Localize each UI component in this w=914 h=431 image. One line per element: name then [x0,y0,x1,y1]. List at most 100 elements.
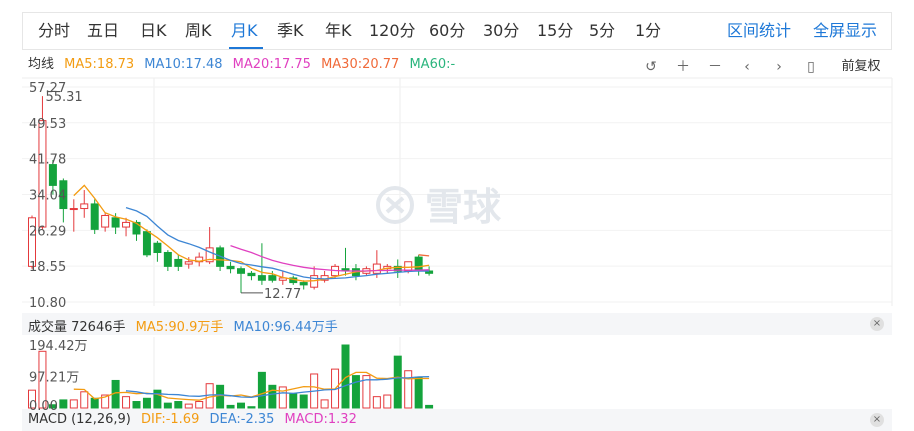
pan-right-icon[interactable]: › [769,57,789,77]
volume-bar-8 [111,379,120,409]
macd-legend-row: MACD (12,26,9) DIF:-1.69 DEA:-2.35 MACD:… [28,412,363,427]
price-tick-6: 10.80 [29,296,66,311]
volume-bar-14 [174,401,183,409]
ma60-value: MA60:- [409,57,456,72]
candle-body-4 [69,208,78,211]
candle-body-1 [38,120,47,228]
candle-body-6 [90,203,99,230]
tab-11[interactable]: 5分 [589,13,615,49]
candle-body-12 [153,242,162,253]
volume-ma5: MA5:90.9万手 [135,320,224,335]
candle-body-31 [351,268,360,277]
candle-body-25 [289,277,298,284]
low-price-label: 12.77 [264,287,301,302]
tab-0[interactable]: 分时 [38,13,70,49]
price-tick-4: 26.29 [29,224,66,239]
volume-ma10-line [125,376,430,398]
volume-bar-35 [393,355,402,409]
ma10-value: MA10:17.48 [144,57,223,72]
reset-icon[interactable]: ↺ [641,57,661,77]
candle-body-33 [372,263,381,274]
volume-bar-33 [372,396,381,409]
candle-body-11 [142,231,151,256]
volume-bar-9 [122,396,131,409]
tab-7[interactable]: 120分 [369,13,416,49]
volume-bar-36 [404,370,413,409]
candle-body-24 [278,277,287,281]
volume-bar-16 [195,401,204,409]
tab-3[interactable]: 周K [185,13,212,49]
tab-8[interactable]: 60分 [429,13,465,49]
volume-legend-row: 成交量 72646手 MA5:90.9万手 MA10:96.44万手 [28,316,344,335]
zoom-in-icon[interactable]: ＋ [673,57,693,77]
zoom-out-icon[interactable]: － [705,57,725,77]
candle-body-21 [247,272,256,277]
candle-body-14 [174,258,183,267]
candle-body-34 [383,265,392,270]
candle-style-icon[interactable]: ▯ [801,57,821,77]
volume-bar-27 [310,373,319,409]
candle-body-16 [195,256,204,263]
candle-body-23 [268,275,277,281]
candle-body-18 [216,247,225,267]
tab-4[interactable]: 月K [231,13,258,49]
close-volume-icon[interactable]: × [870,317,884,331]
candle-body-28 [320,275,329,281]
volume-bar-31 [351,375,360,409]
candle-body-35 [393,265,402,272]
macd-dea: DEA:-2.35 [209,412,275,427]
price-tick-5: 18.55 [29,260,66,275]
volume-bar-30 [341,344,350,409]
watermark-logo-mark [385,196,405,214]
volume-ma5-line [73,371,430,401]
candle-body-37 [414,256,423,272]
tab-10[interactable]: 15分 [537,13,573,49]
volume-bar-38 [425,404,434,409]
volume-bar-5 [80,391,89,409]
tab-5[interactable]: 季K [277,13,304,49]
ma-legend-row: 均线 MA5:18.73 MA10:17.48 MA20:17.75 MA30:… [28,53,461,72]
tab-2[interactable]: 日K [140,13,167,49]
volume-bar-37 [414,376,423,409]
pan-left-icon[interactable]: ‹ [737,57,757,77]
ma-line-ma5 [73,184,430,282]
candle-body-2 [48,164,57,186]
volume-bar-24 [278,386,287,409]
interval-stats-link[interactable]: 区间统计 [727,13,791,49]
watermark-text: 雪球 [425,185,502,229]
volume-bar-18 [216,384,225,409]
candle-body-13 [163,251,172,267]
tab-9[interactable]: 30分 [483,13,519,49]
volume-bar-28 [320,399,329,409]
tab-12[interactable]: 1分 [635,13,661,49]
macd-value: MACD:1.32 [284,412,357,427]
candle-body-20 [237,268,245,274]
adjust-mode-toggle[interactable]: 前复权 [836,57,886,77]
candle-body-30 [341,268,350,272]
volume-bar-1 [38,350,47,409]
volume-bar-22 [257,371,266,409]
candle-body-7 [101,214,110,228]
tab-6[interactable]: 年K [325,13,352,49]
close-macd-icon[interactable]: × [870,413,884,427]
candle-body-38 [425,270,434,274]
volume-bar-3 [59,399,68,409]
volume-bar-12 [153,389,162,409]
tab-1[interactable]: 五日 [87,13,119,49]
active-tab-underline [229,47,263,49]
candle-body-17 [205,247,214,263]
candle-body-9 [122,221,131,228]
candle-body-3 [59,180,68,210]
candle-body-19 [226,265,235,270]
ma-line-ma30 [418,254,430,257]
volume-bar-32 [362,375,371,409]
volume-bar-11 [142,397,151,409]
volume-bar-34 [383,394,392,409]
candle-body-5 [80,203,89,210]
volume-bar-10 [132,401,141,409]
volume-bar-2 [48,404,57,409]
volume-bar-26 [299,394,308,409]
volume-bar-19 [226,404,235,409]
fullscreen-link[interactable]: 全屏显示 [813,13,877,49]
volume-bar-25 [289,392,298,409]
